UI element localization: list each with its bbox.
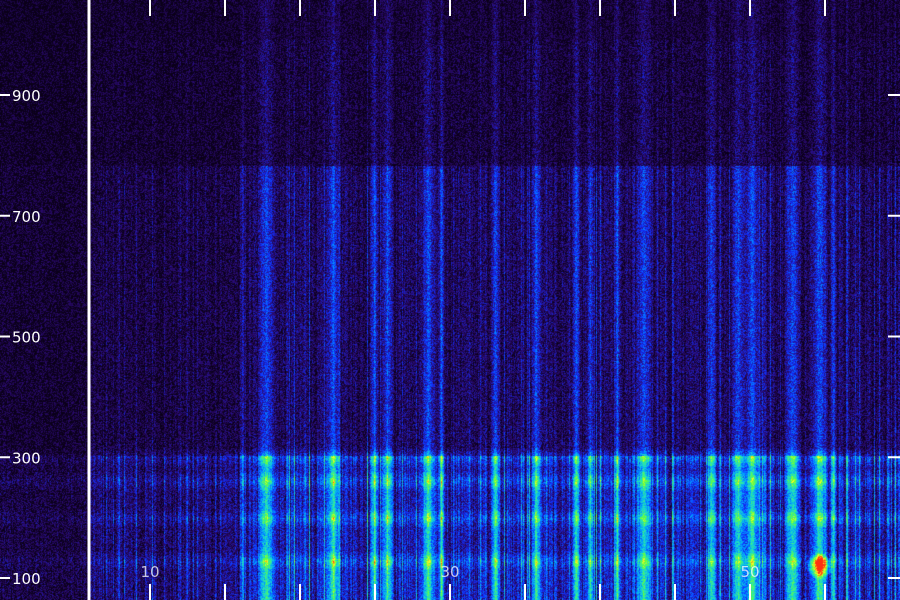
y-tick-label: 500 (12, 329, 41, 347)
y-tick-label: 900 (12, 87, 41, 105)
x-tick-label: 10 (140, 563, 159, 581)
x-axis: 10 30 50 (140, 0, 826, 600)
y-tick-label: 700 (12, 208, 41, 226)
x-tick-label: 50 (740, 563, 759, 581)
y-tick-label: 100 (12, 570, 41, 588)
chart-axes: 100 300 500 700 900 10 30 50 (0, 0, 900, 600)
y-tick-label: 300 (12, 449, 41, 467)
y-axis: 100 300 500 700 900 (0, 87, 900, 588)
x-tick-label: 30 (440, 563, 459, 581)
spectrogram-chart: 100 300 500 700 900 10 30 50 (0, 0, 900, 600)
